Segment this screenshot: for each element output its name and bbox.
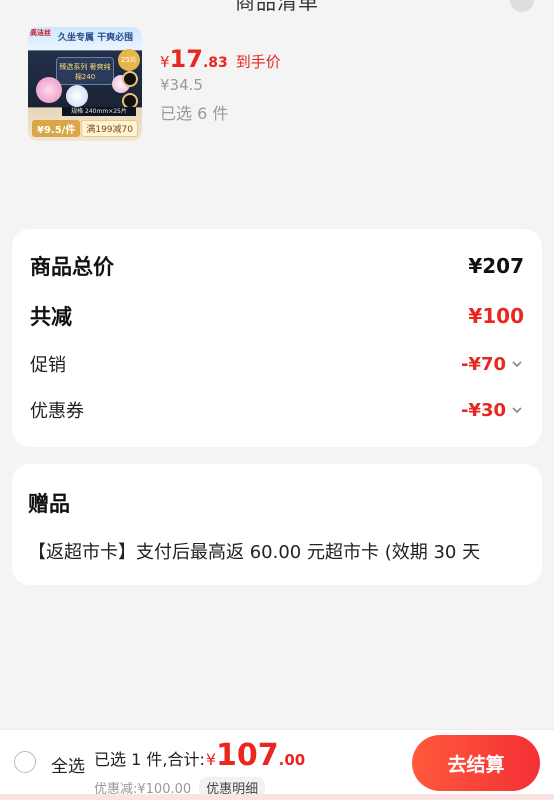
page-title: 商品清单 [235, 0, 319, 14]
reduction-row: 共减 ¥100 [30, 291, 524, 341]
total-currency: ¥ [205, 750, 217, 769]
price-decimal: .83 [202, 55, 228, 71]
gift-card: 赠品 【返超市卡】支付后最高返 60.00 元超市卡 (效期 30 天 [12, 464, 542, 585]
total-price-value: ¥207 [468, 254, 524, 278]
total-prefix: 已选 1 件,合计: [94, 750, 205, 769]
brand-logo: 高洁丝 [30, 29, 51, 37]
thumb-spec-strip: 规格 240mm×25片 [62, 107, 136, 116]
thumb-headline: 久坐专属 干爽必囤 [58, 33, 134, 43]
gift-description: 【返超市卡】支付后最高返 60.00 元超市卡 (效期 30 天 [28, 542, 481, 563]
thumb-promo: 满199减70 [81, 120, 138, 137]
radio-unchecked-icon[interactable] [14, 751, 36, 773]
reduction-value: ¥100 [468, 304, 524, 328]
promotion-value[interactable]: -¥70 [461, 354, 524, 375]
coupon-amount: -¥30 [460, 399, 506, 421]
checkout-button[interactable]: 去结算 [412, 735, 540, 791]
coupon-value[interactable]: -¥30 [461, 400, 524, 421]
product-thumbnail[interactable]: 高洁丝 久坐专属 干爽必囤 25片 臻选系列 奢爽纯棉240 规格 240mm×… [28, 27, 142, 141]
total-price-label: 商品总价 [30, 255, 114, 279]
order-total: 已选 1 件,合计: ¥ 107 .00 [94, 738, 305, 773]
selected-count: 已选 6 件 [160, 104, 229, 123]
reduction-label: 共减 [30, 305, 72, 329]
thumb-badge: 25片 [118, 49, 140, 71]
product-info: ¥ 17 .83 到手价 ¥34.5 已选 6 件 [160, 27, 281, 141]
checkout-bar: 全选 已选 1 件,合计: ¥ 107 .00 优惠减:¥100.00 优惠明细… [0, 729, 554, 800]
flower-decoration [36, 77, 62, 103]
chevron-down-icon[interactable] [510, 357, 524, 371]
original-price: ¥34.5 [160, 76, 203, 94]
total-integer: 107 [216, 738, 279, 773]
flower-decoration [66, 85, 88, 107]
coupon-label: 优惠券 [30, 401, 84, 422]
price-tag: 到手价 [235, 53, 281, 71]
feature-dot-icon [122, 71, 138, 87]
total-decimal: .00 [278, 751, 306, 769]
promotion-label: 促销 [30, 355, 66, 376]
thumb-price: ¥9.5/件 [32, 120, 81, 137]
chevron-down-icon[interactable] [510, 403, 524, 417]
currency-symbol: ¥ [160, 53, 170, 71]
price-integer: 17 [169, 45, 203, 73]
select-all-label[interactable]: 全选 [51, 752, 85, 777]
total-price-row: 商品总价 ¥207 [30, 241, 524, 291]
product-price: ¥ 17 .83 到手价 [160, 45, 281, 73]
order-confirm-page: 商品清单 高洁丝 久坐专属 干爽必囤 25片 臻选系列 奢爽纯棉240 规格 2… [0, 0, 554, 800]
price-summary-card: 商品总价 ¥207 共减 ¥100 促销 -¥70 优惠券 -¥30 [12, 229, 542, 447]
thumb-center-label: 臻选系列 奢爽纯棉240 [56, 57, 114, 85]
promotion-row[interactable]: 促销 -¥70 [30, 341, 524, 387]
product-item[interactable]: 高洁丝 久坐专属 干爽必囤 25片 臻选系列 奢爽纯棉240 规格 240mm×… [28, 27, 281, 141]
promotion-amount: -¥70 [460, 353, 506, 375]
bottom-strip [0, 794, 554, 800]
gift-title: 赠品 [28, 492, 70, 516]
coupon-row[interactable]: 优惠券 -¥30 [30, 387, 524, 433]
